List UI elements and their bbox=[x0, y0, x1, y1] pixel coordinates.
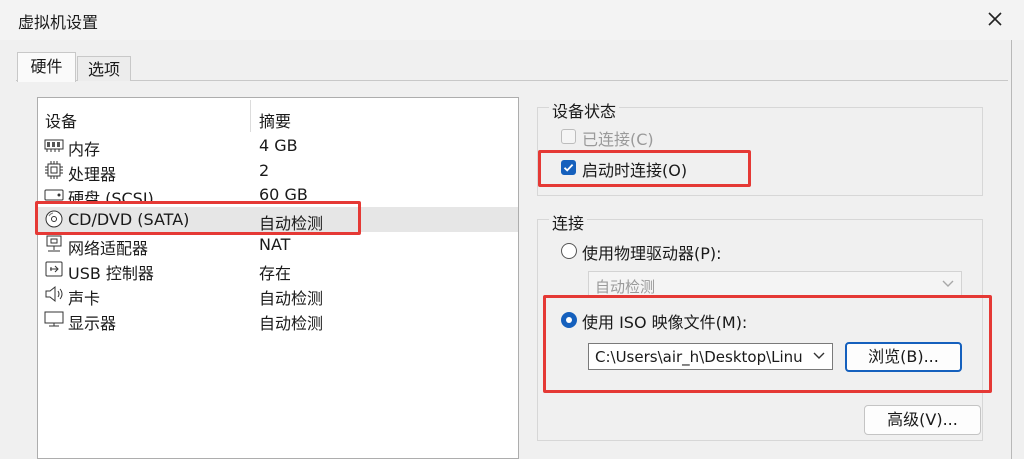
hardware-name: 声卡 bbox=[68, 289, 101, 308]
hardware-row-sound-card[interactable]: 声卡 自动检测 bbox=[38, 282, 518, 308]
hard-disk-icon bbox=[44, 189, 64, 201]
chevron-down-icon[interactable] bbox=[812, 347, 826, 363]
hardware-row-usb-controller[interactable]: USB 控制器 存在 bbox=[38, 257, 518, 283]
hardware-summary: 自动检测 bbox=[259, 314, 324, 333]
physical-drive-label: 使用物理驱动器(P): bbox=[582, 244, 722, 263]
hardware-summary: 存在 bbox=[259, 264, 292, 283]
tab-hardware[interactable]: 硬件 bbox=[17, 52, 76, 82]
browse-button[interactable]: 浏览(B)... bbox=[845, 342, 962, 372]
tab-strip-line bbox=[16, 80, 1008, 81]
usb-controller-icon bbox=[45, 261, 63, 277]
hardware-summary: 自动检测 bbox=[259, 289, 324, 308]
hardware-row-network-adapter[interactable]: 网络适配器 NAT bbox=[38, 232, 518, 258]
hardware-name: 内存 bbox=[68, 140, 101, 159]
hardware-row-display[interactable]: 显示器 自动检测 bbox=[38, 307, 518, 333]
hardware-row-hard-disk[interactable]: 硬盘 (SCSI) 60 GB bbox=[38, 182, 518, 204]
connected-label: 已连接(C) bbox=[582, 130, 654, 149]
hardware-name: 硬盘 (SCSI) bbox=[68, 189, 154, 204]
sound-card-icon bbox=[45, 285, 63, 303]
column-divider[interactable] bbox=[250, 100, 251, 132]
hardware-summary: NAT bbox=[259, 235, 291, 254]
hardware-summary: 自动检测 bbox=[259, 214, 324, 233]
title-bar: 虚拟机设置 bbox=[0, 0, 1024, 40]
hardware-name: 显示器 bbox=[68, 314, 117, 333]
hardware-row-processor[interactable]: 处理器 2 bbox=[38, 158, 518, 184]
hardware-row-cd-dvd[interactable]: CD/DVD (SATA) 自动检测 bbox=[38, 207, 518, 233]
advanced-button[interactable]: 高级(V)... bbox=[864, 405, 981, 435]
column-header-summary[interactable]: 摘要 bbox=[259, 108, 291, 132]
connect-at-power-on-checkbox[interactable] bbox=[561, 160, 576, 175]
physical-drive-dropdown[interactable]: 自动检测 bbox=[588, 271, 962, 298]
network-adapter-icon bbox=[46, 235, 62, 252]
close-icon bbox=[988, 12, 1002, 26]
hardware-summary: 60 GB bbox=[259, 185, 308, 204]
hardware-name: 网络适配器 bbox=[68, 239, 149, 258]
window-border bbox=[1011, 40, 1012, 459]
iso-image-radio[interactable] bbox=[561, 312, 577, 328]
column-header-device[interactable]: 设备 bbox=[45, 108, 77, 132]
memory-icon bbox=[44, 139, 64, 152]
hardware-row-memory[interactable]: 内存 4 GB bbox=[38, 133, 518, 159]
tab-options[interactable]: 选项 bbox=[77, 56, 131, 81]
hardware-summary: 2 bbox=[259, 161, 270, 180]
iso-path-combobox[interactable]: C:\Users\air_h\Desktop\Linu bbox=[588, 343, 833, 370]
hardware-summary: 4 GB bbox=[259, 136, 298, 155]
connect-at-power-on-label: 启动时连接(O) bbox=[582, 161, 688, 180]
window-title: 虚拟机设置 bbox=[18, 13, 99, 32]
connection-legend: 连接 bbox=[549, 210, 588, 234]
physical-drive-radio[interactable] bbox=[561, 243, 577, 259]
display-icon bbox=[44, 311, 64, 327]
device-status-legend: 设备状态 bbox=[549, 98, 620, 122]
iso-image-label: 使用 ISO 映像文件(M): bbox=[582, 313, 748, 332]
iso-path-value: C:\Users\air_h\Desktop\Linu bbox=[595, 348, 803, 366]
close-button[interactable] bbox=[980, 4, 1010, 34]
checkmark-icon bbox=[563, 163, 574, 172]
chevron-down-icon bbox=[942, 280, 954, 287]
cd-dvd-icon bbox=[45, 210, 63, 228]
connected-checkbox[interactable] bbox=[561, 129, 576, 144]
hardware-name: CD/DVD (SATA) bbox=[68, 210, 190, 229]
processor-icon bbox=[45, 161, 63, 179]
physical-drive-dropdown-value: 自动检测 bbox=[595, 278, 656, 296]
hardware-name: USB 控制器 bbox=[68, 264, 154, 283]
